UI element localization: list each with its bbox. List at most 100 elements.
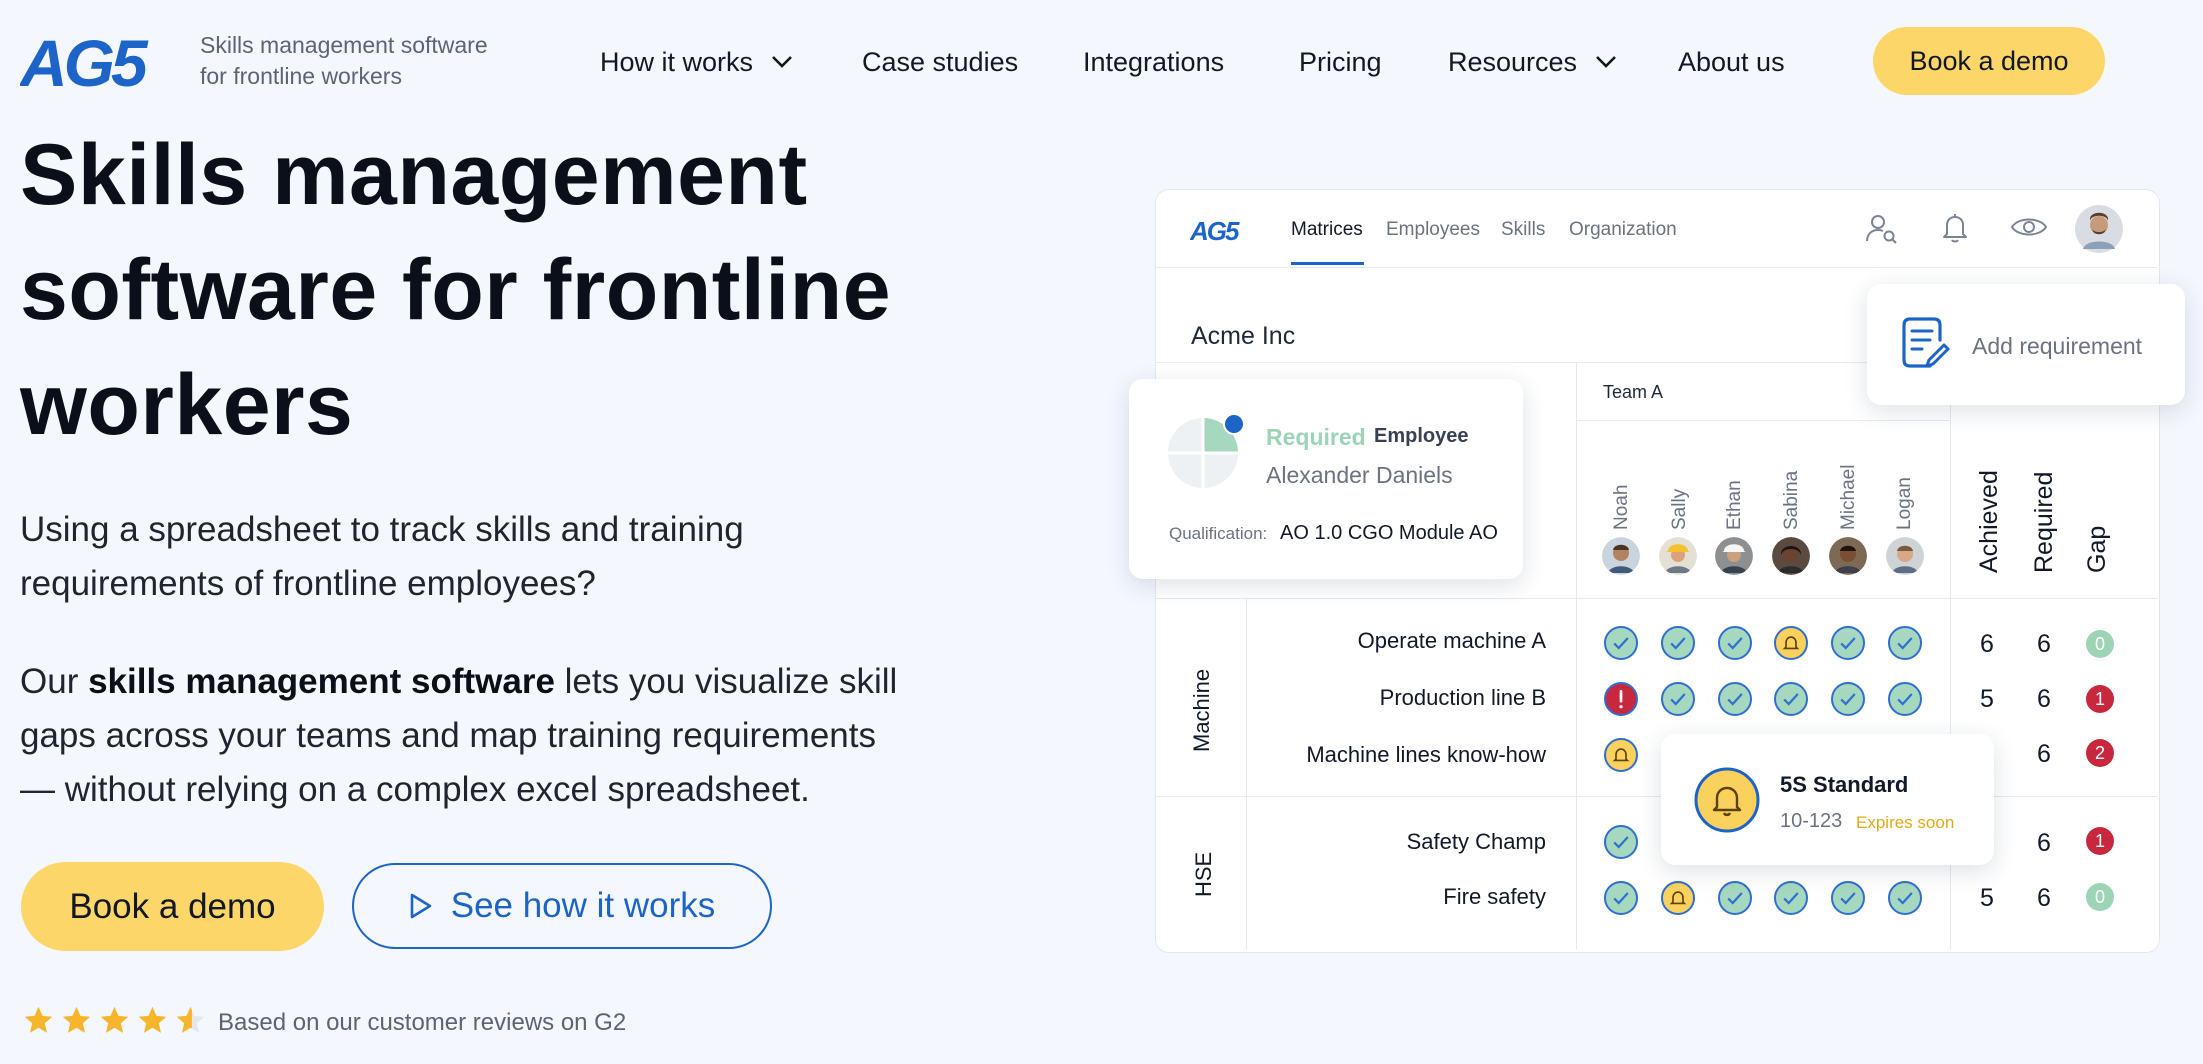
star-half-icon (176, 1006, 205, 1033)
svg-text:AG5: AG5 (1190, 218, 1240, 242)
skill-status-cell[interactable] (1718, 881, 1752, 915)
gap-badge: 1 (2086, 827, 2114, 855)
employee-name: Logan (1894, 477, 1915, 530)
nav-resources[interactable]: Resources (1448, 42, 1617, 82)
bell-icon (1694, 767, 1760, 833)
employee-avatar (1772, 537, 1810, 575)
skill-status-cell[interactable] (1831, 682, 1865, 716)
star-icon (100, 1006, 129, 1033)
app-tab-organization[interactable]: Organization (1569, 219, 1677, 241)
skill-name: Safety Champ (1406, 829, 1546, 854)
skill-name: Operate machine A (1357, 628, 1546, 653)
check-icon (1783, 892, 1799, 905)
app-tab-matrices[interactable]: Matrices (1291, 219, 1363, 241)
app-logo: AG5 (1190, 218, 1242, 242)
app-tab-employees[interactable]: Employees (1386, 219, 1480, 241)
eye-icon[interactable] (2010, 210, 2048, 244)
achieved-value: 5 (1980, 884, 1994, 912)
app-tab-skills[interactable]: Skills (1501, 219, 1545, 241)
employee-avatar (1659, 537, 1697, 575)
nav-pricing[interactable]: Pricing (1299, 42, 1382, 82)
check-icon (1840, 892, 1856, 905)
skill-status-cell[interactable] (1604, 738, 1638, 772)
check-icon (1897, 892, 1913, 905)
employee-avatar (1886, 537, 1924, 575)
gap-badge: 1 (2086, 685, 2114, 713)
requirement-status: Required (1266, 424, 1366, 450)
check-icon (1727, 693, 1743, 706)
skill-status-cell[interactable] (1774, 881, 1808, 915)
skill-status-cell[interactable] (1604, 881, 1638, 915)
header-tagline: Skills management software for frontline… (200, 32, 488, 89)
achieved-value: 6 (1980, 630, 1994, 658)
check-icon (1670, 693, 1686, 706)
hero-body: Our skills management software lets you … (20, 662, 898, 809)
rating-text: Based on our customer reviews on G2 (218, 1009, 627, 1036)
nav-case-studies[interactable]: Case studies (862, 42, 1018, 82)
standard-title: 5S Standard (1780, 772, 1909, 797)
check-icon (1613, 892, 1629, 905)
grid-line (1156, 598, 2157, 599)
skill-status-cell[interactable] (1604, 825, 1638, 859)
nav-how-it-works[interactable]: How it works (600, 42, 793, 82)
gap-badge: 2 (2086, 739, 2114, 767)
skill-status-cell[interactable] (1604, 626, 1638, 660)
book-demo-header-button[interactable]: Book a demo (1873, 27, 2105, 95)
achieved-value: 5 (1980, 685, 1994, 713)
pie-progress-icon (1168, 413, 1245, 488)
skill-status-cell[interactable] (1661, 682, 1695, 716)
bell-icon (1669, 891, 1687, 905)
see-how-it-works-button[interactable]: See how it works (352, 863, 772, 949)
required-value: 6 (2037, 685, 2051, 713)
employee-name: Sally (1669, 488, 1690, 530)
star-icon (138, 1006, 167, 1033)
skill-status-cell[interactable] (1888, 682, 1922, 716)
ag5-logo[interactable]: AG5 (20, 30, 178, 92)
check-icon (1670, 637, 1686, 650)
add-requirement-label: Add requirement (1972, 333, 2143, 359)
check-icon (1897, 693, 1913, 706)
skill-status-cell[interactable] (1718, 626, 1752, 660)
company-name: Acme Inc (1191, 322, 1296, 350)
skill-status-cell[interactable] (1888, 881, 1922, 915)
skill-status-cell[interactable] (1661, 881, 1695, 915)
star-icon (24, 1006, 53, 1033)
user-search-icon[interactable] (1864, 211, 1898, 245)
employee-avatar (1715, 537, 1753, 575)
check-icon (1840, 693, 1856, 706)
stat-header-required: Required (2030, 471, 2058, 573)
required-value: 6 (2037, 740, 2051, 768)
skill-status-cell[interactable] (1774, 626, 1808, 660)
bell-icon[interactable] (1938, 210, 1972, 244)
standard-code: 10-123 (1780, 810, 1843, 832)
active-tab-indicator (1291, 262, 1364, 265)
skill-name: Machine lines know-how (1306, 742, 1546, 767)
skill-status-cell[interactable] (1718, 682, 1752, 716)
svg-text:AG5: AG5 (20, 30, 149, 92)
check-icon (1727, 892, 1743, 905)
skill-status-cell[interactable] (1604, 682, 1638, 716)
nav-about-us[interactable]: About us (1678, 42, 1785, 82)
skill-status-cell[interactable] (1661, 626, 1695, 660)
employee-name: Sabina (1781, 470, 1802, 530)
user-avatar[interactable] (2075, 205, 2123, 253)
employee-name: Ethan (1724, 480, 1745, 530)
gap-badge: 0 (2086, 630, 2114, 658)
book-demo-button[interactable]: Book a demo (21, 862, 324, 951)
check-icon (1783, 693, 1799, 706)
skill-status-cell[interactable] (1831, 881, 1865, 915)
chevron-down-icon (1596, 56, 1616, 68)
skill-status-cell[interactable] (1888, 626, 1922, 660)
team-label: Team A (1603, 382, 1664, 402)
skill-status-cell[interactable] (1831, 626, 1865, 660)
check-icon (1613, 836, 1629, 849)
qualification-label: Qualification: (1169, 524, 1268, 543)
bell-icon (1612, 748, 1630, 762)
requirement-employee-name: Alexander Daniels (1266, 462, 1453, 488)
required-value: 6 (2037, 829, 2051, 857)
nav-integrations[interactable]: Integrations (1083, 42, 1224, 82)
skill-name: Production line B (1379, 685, 1546, 710)
required-value: 6 (2037, 884, 2051, 912)
skill-status-cell[interactable] (1774, 682, 1808, 716)
employee-avatar (1829, 537, 1867, 575)
